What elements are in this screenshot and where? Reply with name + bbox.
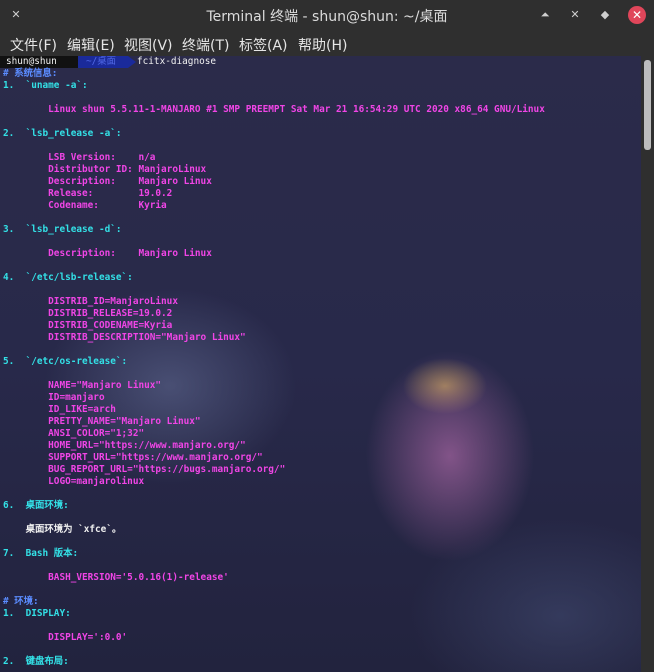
terminal-line: Release: 19.0.2	[3, 188, 173, 199]
title-bar[interactable]: ✕ Terminal 终端 - shun@shun: ~/桌面 ⏶ ✕ ◆ ✕	[0, 0, 654, 30]
maximize-button[interactable]: ✕	[566, 6, 584, 24]
terminal-line: 1. DISPLAY:	[3, 608, 71, 619]
menu-terminal[interactable]: 终端(T)	[182, 35, 229, 55]
terminal-output[interactable]: shun@shun ~/桌面 fcitx-diagnose # 系统信息: 1. …	[0, 56, 641, 672]
close-button[interactable]: ✕	[628, 6, 646, 24]
terminal-line: 4. `/etc/lsb-release`:	[3, 272, 133, 283]
menu-view[interactable]: 视图(V)	[124, 35, 173, 55]
terminal-line: Description: Manjaro Linux	[3, 176, 212, 187]
terminal-line: HOME_URL="https://www.manjaro.org/"	[3, 440, 246, 451]
terminal-line: BASH_VERSION='5.0.16(1)-release'	[3, 572, 229, 583]
terminal-line: PRETTY_NAME="Manjaro Linux"	[3, 416, 201, 427]
terminal-line: 3. `lsb_release -d`:	[3, 224, 122, 235]
terminal-line: 6. 桌面环境:	[3, 500, 69, 511]
terminal-line: 1. `uname -a`:	[3, 80, 88, 91]
terminal-line: ANSI_COLOR="1;32"	[3, 428, 145, 439]
window-title: Terminal 终端 - shun@shun: ~/桌面	[206, 9, 448, 25]
prompt-directory: ~/桌面	[78, 56, 128, 68]
terminal-line: 2. `lsb_release -a`:	[3, 128, 122, 139]
terminal-line: BUG_REPORT_URL="https://bugs.manjaro.org…	[3, 464, 286, 475]
terminal-line: LOGO=manjarolinux	[3, 476, 145, 487]
terminal-line: LSB Version: n/a	[3, 152, 156, 163]
terminal-line: Codename: Kyria	[3, 200, 167, 211]
terminal-window: ✕ Terminal 终端 - shun@shun: ~/桌面 ⏶ ✕ ◆ ✕ …	[0, 0, 654, 672]
vertical-scrollbar[interactable]	[641, 56, 654, 672]
terminal-line: DISTRIB_ID=ManjaroLinux	[3, 296, 178, 307]
prompt-user: shun@shun	[0, 56, 78, 68]
terminal-line: Distributor ID: ManjaroLinux	[3, 164, 207, 175]
terminal-line: Linux shun 5.5.11-1-MANJARO #1 SMP PREEM…	[3, 104, 545, 115]
terminal-line: Description: Manjaro Linux	[3, 248, 212, 259]
terminal-line: 桌面环境为 `xfce`。	[3, 524, 122, 535]
terminal-line: ID_LIKE=arch	[3, 404, 116, 415]
terminal-line: SUPPORT_URL="https://www.manjaro.org/"	[3, 452, 263, 463]
terminal-line: # 系统信息:	[3, 68, 58, 79]
terminal-line: DISPLAY=':0.0'	[3, 632, 128, 643]
menu-tabs[interactable]: 标签(A)	[239, 35, 288, 55]
terminal-line: DISTRIB_RELEASE=19.0.2	[3, 308, 173, 319]
terminal-line: DISTRIB_DESCRIPTION="Manjaro Linux"	[3, 332, 246, 343]
restore-button[interactable]: ◆	[596, 6, 614, 24]
terminal-line: ID=manjaro	[3, 392, 105, 403]
menu-edit[interactable]: 编辑(E)	[67, 35, 115, 55]
menu-file[interactable]: 文件(F)	[10, 35, 57, 55]
minimize-button[interactable]: ⏶	[536, 6, 554, 24]
prompt-separator-2	[128, 56, 136, 68]
menu-bar: 文件(F) 编辑(E) 视图(V) 终端(T) 标签(A) 帮助(H)	[0, 30, 654, 56]
terminal-line: 5. `/etc/os-release`:	[3, 356, 128, 367]
terminal-line: DISTRIB_CODENAME=Kyria	[3, 320, 173, 331]
terminal-line: 2. 键盘布局:	[3, 656, 69, 667]
scrollbar-thumb[interactable]	[644, 60, 651, 150]
terminal-line: # 环境:	[3, 596, 39, 607]
shell-prompt: shun@shun ~/桌面 fcitx-diagnose	[0, 56, 216, 68]
prompt-command: fcitx-diagnose	[137, 56, 217, 67]
terminal-line: 7. Bash 版本:	[3, 548, 79, 559]
terminal-line: NAME="Manjaro Linux"	[3, 380, 162, 391]
menu-help[interactable]: 帮助(H)	[298, 35, 347, 55]
